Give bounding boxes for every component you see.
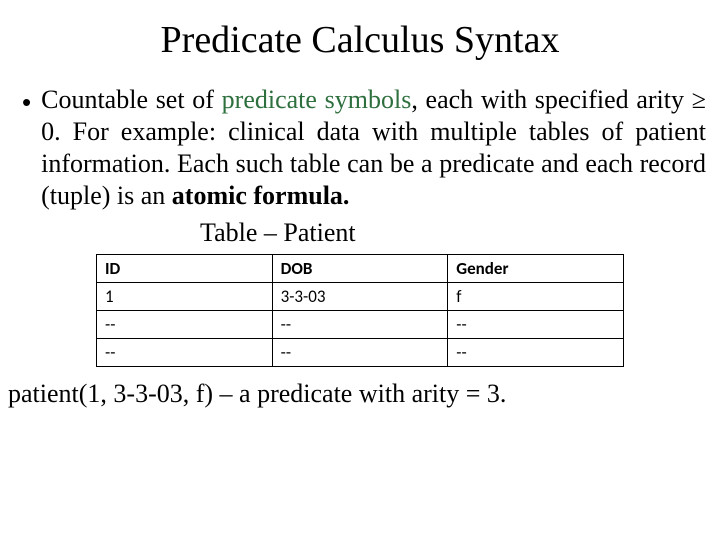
slide: Predicate Calculus Syntax • Countable se… <box>0 0 720 540</box>
cell: 3-3-03 <box>272 283 448 311</box>
body-pre: Countable set of <box>41 85 222 114</box>
cell: -- <box>272 339 448 367</box>
cell: -- <box>272 311 448 339</box>
predicate-symbols-text: predicate symbols <box>222 85 412 114</box>
footer-line: patient(1, 3-3-03, f) – a predicate with… <box>0 379 720 409</box>
patient-table: ID DOB Gender 1 3-3-03 f -- -- -- -- -- … <box>96 254 624 367</box>
table-caption: Table – Patient <box>200 218 720 248</box>
cell: f <box>448 283 624 311</box>
table-header-row: ID DOB Gender <box>97 255 624 283</box>
bullet-glyph: • <box>22 86 31 118</box>
col-header: ID <box>97 255 273 283</box>
slide-title: Predicate Calculus Syntax <box>0 18 720 62</box>
body-bold: atomic formula. <box>172 181 350 210</box>
col-header: Gender <box>448 255 624 283</box>
body-text: Countable set of predicate symbols, each… <box>41 84 706 212</box>
cell: 1 <box>97 283 273 311</box>
table-row: -- -- -- <box>97 311 624 339</box>
col-header: DOB <box>272 255 448 283</box>
cell: -- <box>97 339 273 367</box>
cell: -- <box>448 339 624 367</box>
cell: -- <box>448 311 624 339</box>
bullet-row: • Countable set of predicate symbols, ea… <box>22 84 706 212</box>
bullet-block: • Countable set of predicate symbols, ea… <box>0 84 720 212</box>
table-row: -- -- -- <box>97 339 624 367</box>
cell: -- <box>97 311 273 339</box>
table-row: 1 3-3-03 f <box>97 283 624 311</box>
